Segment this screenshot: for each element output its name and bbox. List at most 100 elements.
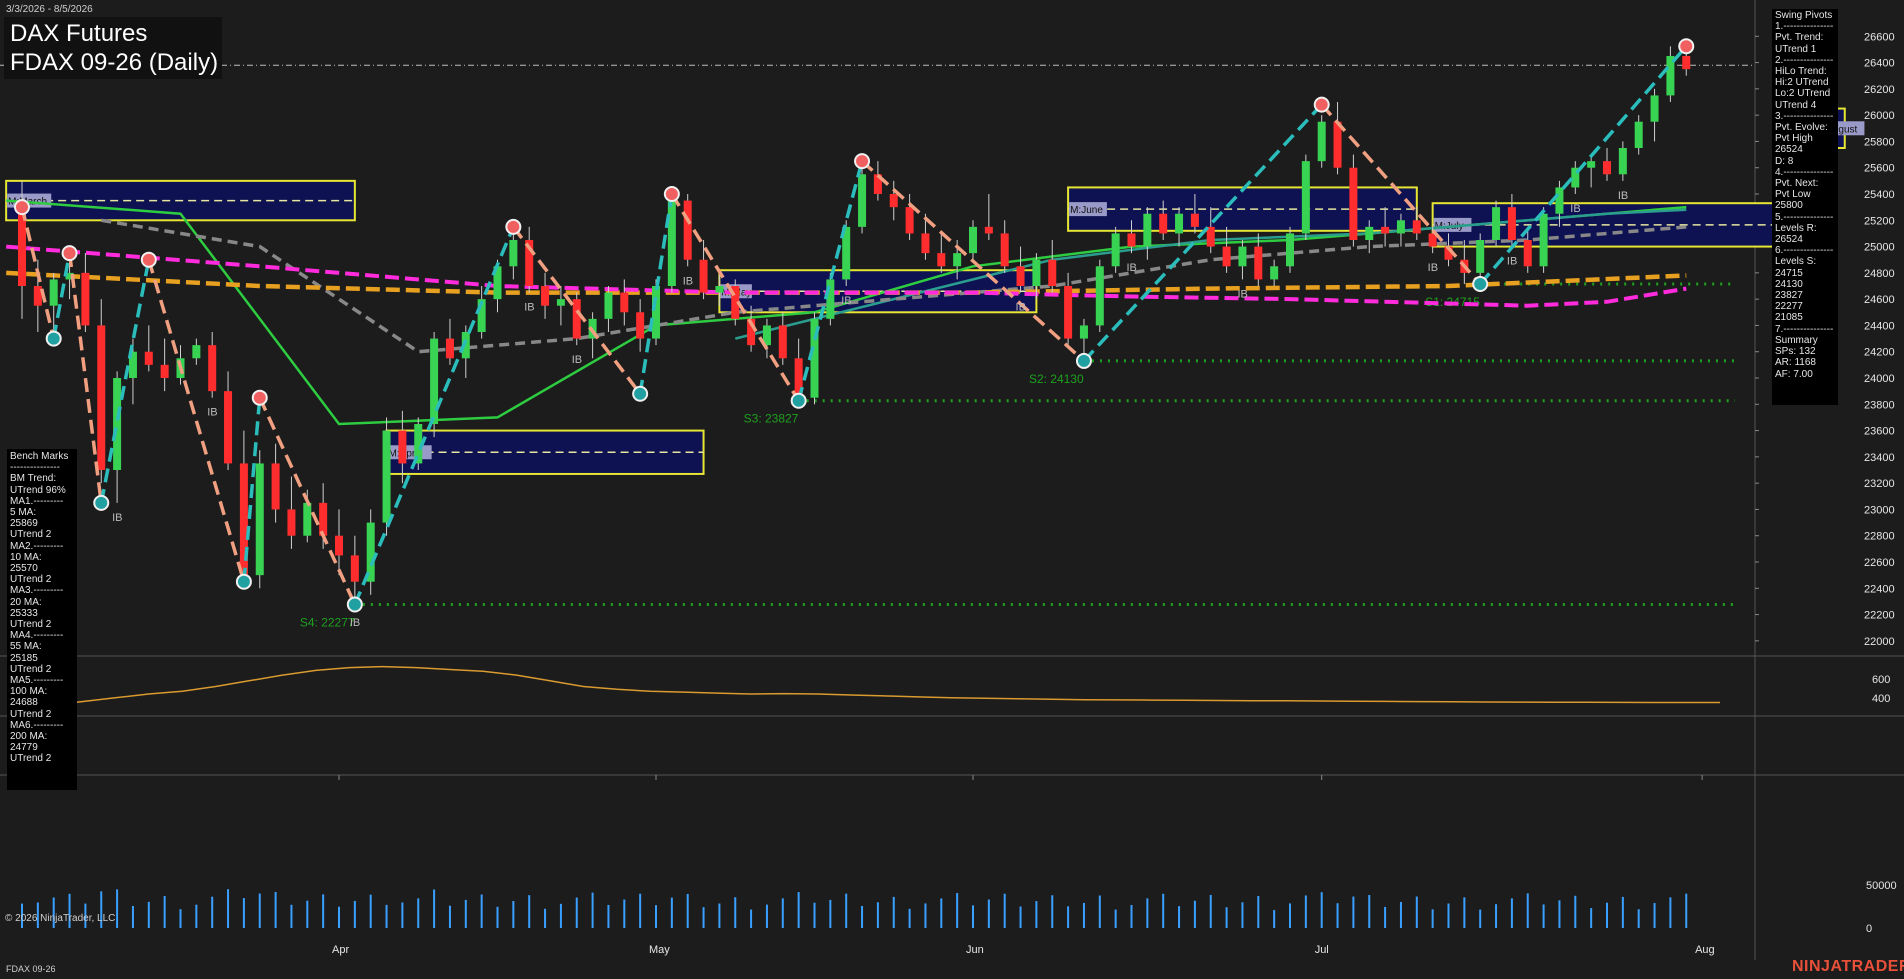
- candle-body: [303, 502, 312, 536]
- y-tick-label: 26200: [1864, 84, 1895, 96]
- swing-line: [1082, 103, 1323, 363]
- swing-pivot-marker: [346, 596, 363, 613]
- y-tick-label: 23200: [1864, 478, 1895, 490]
- y-tick-label: 25400: [1864, 189, 1895, 201]
- candle-body: [160, 364, 169, 378]
- candle-body: [430, 338, 439, 424]
- candle-body: [953, 253, 962, 267]
- swing-pivot-marker: [854, 153, 871, 170]
- candle-body: [1048, 259, 1057, 286]
- candle-body: [905, 207, 914, 234]
- candle-body: [1317, 121, 1326, 162]
- candle-body: [1238, 246, 1247, 267]
- candle-body: [1127, 233, 1136, 247]
- ib-label: IB: [207, 407, 217, 419]
- candle-body: [1365, 226, 1374, 240]
- candle-body: [271, 463, 280, 510]
- y-tick-label: 25200: [1864, 215, 1895, 227]
- y-tick-label: 22400: [1864, 583, 1895, 595]
- candle-body: [1618, 148, 1627, 175]
- candle-body: [1175, 213, 1184, 234]
- swing-pivot-marker: [93, 494, 110, 511]
- swing-pivot-marker: [632, 385, 649, 402]
- candle-body: [81, 272, 90, 326]
- swing-pivot-marker: [1313, 96, 1330, 113]
- copyright-text: © 2026 NinjaTrader, LLC: [5, 913, 116, 924]
- candle-body: [113, 378, 122, 470]
- candle-body: [33, 286, 42, 306]
- swing-pivot-marker: [1678, 38, 1695, 55]
- candle-body: [445, 338, 454, 359]
- candle-body: [1222, 246, 1231, 267]
- candle-body: [1064, 286, 1073, 339]
- candle-body: [556, 299, 565, 306]
- y-tick-label: 23400: [1864, 452, 1895, 464]
- swing-pivot-marker: [235, 573, 252, 590]
- oscillator-tick-label: 400: [1872, 693, 1890, 705]
- ib-label: IB: [1570, 203, 1580, 215]
- candle-body: [1349, 167, 1358, 240]
- candle-body: [572, 299, 581, 339]
- y-tick-label: 23800: [1864, 399, 1895, 411]
- y-tick-label: 25800: [1864, 136, 1895, 148]
- candle-body: [699, 259, 708, 293]
- candle-body: [683, 200, 692, 260]
- candle-body: [319, 502, 328, 536]
- y-tick-label: 25000: [1864, 242, 1895, 254]
- y-tick-label: 25600: [1864, 163, 1895, 175]
- ib-label: IB: [572, 354, 582, 366]
- ib-label: IB: [524, 302, 534, 314]
- candle-body: [858, 174, 867, 227]
- y-tick-label: 26400: [1864, 58, 1895, 70]
- candle-body: [969, 226, 977, 254]
- candle-body: [889, 194, 898, 208]
- swing-pivot-marker: [663, 186, 680, 202]
- candle-body: [620, 292, 629, 313]
- ib-label: IB: [1016, 302, 1026, 314]
- swing-line: [99, 259, 151, 504]
- candle-body: [1412, 220, 1421, 234]
- candle-body: [1507, 207, 1516, 240]
- candle-body: [984, 226, 993, 234]
- support-label: S2: 24130: [1029, 372, 1084, 386]
- y-tick-label: 22200: [1864, 610, 1895, 622]
- swing-pivot-marker: [790, 392, 807, 409]
- candle-body: [398, 430, 407, 464]
- candle-body: [1032, 259, 1041, 286]
- candle-body: [1159, 213, 1168, 234]
- ib-label: IB: [1618, 190, 1628, 202]
- y-tick-label: 24200: [1864, 347, 1895, 359]
- swing-pivot-marker: [45, 330, 62, 347]
- brand-logo: NINJATRADER: [1792, 958, 1904, 975]
- candle-body: [1190, 213, 1199, 227]
- oscillator-line: [14, 665, 1720, 708]
- candle-body: [1396, 220, 1405, 234]
- ib-label: IB: [841, 295, 851, 307]
- y-tick-label: 26600: [1864, 31, 1895, 43]
- swing-pivot-marker: [505, 218, 522, 235]
- volume-tick-label: 50000: [1866, 880, 1897, 892]
- swing-pivot-marker: [251, 389, 268, 406]
- chart-subtitle: FDAX 09-26 (Daily): [10, 49, 219, 76]
- swing-pivot-marker: [61, 245, 78, 262]
- swing-pivots-panel: Swing Pivots 1.--------------- Pvt. Tren…: [1772, 9, 1838, 405]
- y-tick-label: 23600: [1864, 426, 1895, 438]
- candle-body: [1270, 266, 1279, 280]
- date-range-label: 3/3/2026 - 8/5/2026: [6, 4, 93, 15]
- candle-body: [1286, 233, 1294, 267]
- support-label: S3: 23827: [744, 412, 799, 426]
- candle-body: [1587, 161, 1596, 168]
- candle-body: [1301, 161, 1310, 234]
- candle-body: [255, 463, 264, 576]
- candle-body: [192, 345, 201, 359]
- candle-body: [1333, 121, 1342, 168]
- chart-title: DAX Futures: [10, 20, 148, 47]
- candle-body: [1476, 240, 1485, 273]
- volume-tick-label: 0: [1866, 923, 1872, 935]
- price-chart[interactable]: 22000 22200 22400 22600 22800 23000 23200 23400…: [0, 0, 1904, 979]
- x-tick-label: May: [649, 944, 670, 956]
- x-tick-label: Jun: [966, 944, 984, 956]
- x-tick-label: Apr: [332, 944, 349, 956]
- ib-label: IB: [350, 617, 360, 629]
- candle-body: [1079, 325, 1088, 339]
